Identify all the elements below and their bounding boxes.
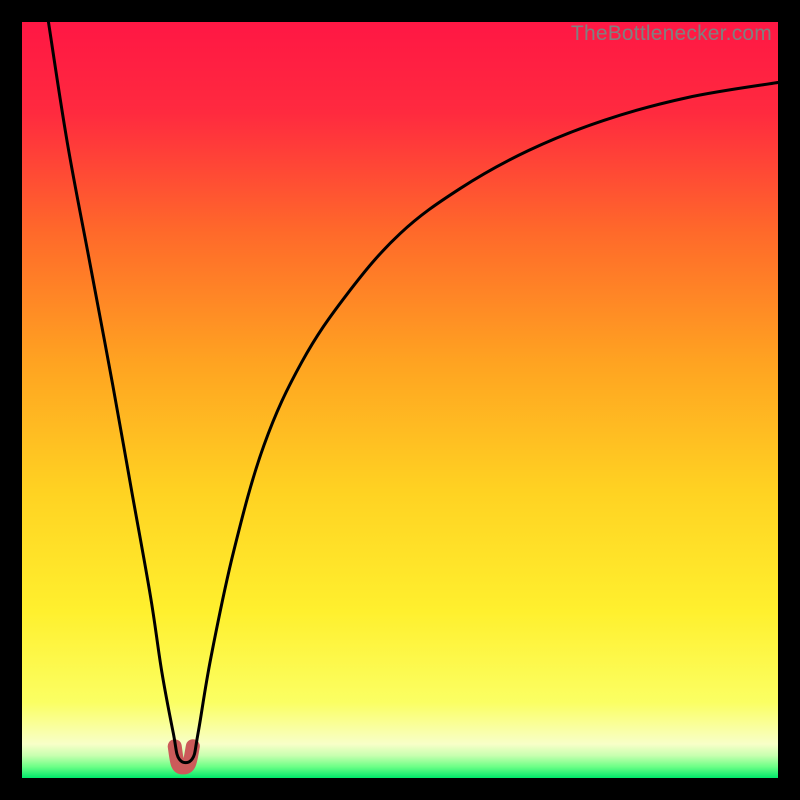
chart-frame: TheBottlenecker.com — [0, 0, 800, 800]
curve-layer — [22, 22, 778, 778]
plot-area: TheBottlenecker.com — [22, 22, 778, 778]
bottleneck-curve — [48, 22, 778, 763]
